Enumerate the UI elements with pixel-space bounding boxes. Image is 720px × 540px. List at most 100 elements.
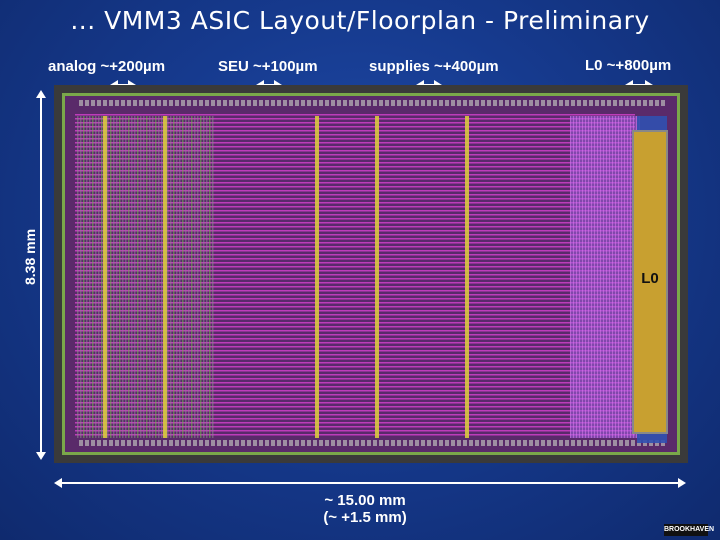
top-pad [361, 100, 365, 106]
top-pad [169, 100, 173, 106]
top-pad [115, 100, 119, 106]
bottom-pad [301, 440, 305, 446]
analog-column [197, 116, 199, 438]
horizontal-trace [75, 114, 635, 116]
top-pad [523, 100, 527, 106]
top-pad [283, 100, 287, 106]
bottom-pad [589, 440, 593, 446]
bottom-pad [307, 440, 311, 446]
analog-column [182, 116, 184, 438]
analog-label: analog ~+200µm [48, 58, 166, 75]
analog-column [107, 116, 109, 438]
bottom-pad [85, 440, 89, 446]
seu-label: SEU ~+100µm [218, 58, 318, 75]
top-pad [175, 100, 179, 106]
top-pad [451, 100, 455, 106]
top-pad [601, 100, 605, 106]
bottom-pad [553, 440, 557, 446]
supplies-label: supplies ~+400µm [369, 58, 499, 75]
bottom-pad [481, 440, 485, 446]
bottom-pad [337, 440, 341, 446]
analog-column [167, 116, 169, 438]
bottom-pad [505, 440, 509, 446]
digital-column [570, 116, 571, 438]
analog-column [158, 116, 160, 438]
bottom-pad [469, 440, 473, 446]
top-pad [259, 100, 263, 106]
digital-column [624, 116, 625, 438]
bottom-pad [409, 440, 413, 446]
bottom-pad [619, 440, 623, 446]
top-pad [97, 100, 101, 106]
top-pad [199, 100, 203, 106]
bottom-pad [109, 440, 113, 446]
digital-column [585, 116, 586, 438]
bottom-pad [391, 440, 395, 446]
bottom-pad [127, 440, 131, 446]
top-pad [613, 100, 617, 106]
digital-column [588, 116, 589, 438]
digital-column [627, 116, 628, 438]
bottom-pad [289, 440, 293, 446]
bottom-pad [331, 440, 335, 446]
top-pad [223, 100, 227, 106]
top-pad [607, 100, 611, 106]
yellow-rail [103, 116, 107, 438]
bottom-pad [595, 440, 599, 446]
top-pad [421, 100, 425, 106]
bottom-pad [523, 440, 527, 446]
digital-column [621, 116, 622, 438]
digital-column [600, 116, 601, 438]
analog-column [101, 116, 103, 438]
analog-column [140, 116, 142, 438]
top-pad [481, 100, 485, 106]
bottom-pad [397, 440, 401, 446]
top-pad [439, 100, 443, 106]
bottom-pad [175, 440, 179, 446]
top-pad [469, 100, 473, 106]
top-pad [409, 100, 413, 106]
bottom-pad [91, 440, 95, 446]
yellow-rail [163, 116, 167, 438]
bottom-pad [601, 440, 605, 446]
analog-column [128, 116, 130, 438]
bottom-pad [571, 440, 575, 446]
width-dimension-label: ~ 15.00 mm (~ +1.5 mm) [310, 492, 420, 526]
yellow-rail [465, 116, 469, 438]
bottom-pad [625, 440, 629, 446]
analog-column [131, 116, 133, 438]
top-pad [145, 100, 149, 106]
bottom-pad [319, 440, 323, 446]
bottom-pad [559, 440, 563, 446]
top-pad [493, 100, 497, 106]
top-pad [625, 100, 629, 106]
analog-column [212, 116, 214, 438]
analog-column [110, 116, 112, 438]
l0-block: L0 [632, 130, 668, 434]
top-pad [463, 100, 467, 106]
bottom-pad [379, 440, 383, 446]
bottom-pad [457, 440, 461, 446]
bottom-pad [121, 440, 125, 446]
bottom-pad [247, 440, 251, 446]
bottom-pad [577, 440, 581, 446]
top-pad [475, 100, 479, 106]
bottom-pad [229, 440, 233, 446]
bottom-pad [325, 440, 329, 446]
top-pad [289, 100, 293, 106]
bottom-pad [463, 440, 467, 446]
digital-column [573, 116, 574, 438]
bottom-pad [169, 440, 173, 446]
top-pad [649, 100, 653, 106]
top-pad [277, 100, 281, 106]
analog-column [113, 116, 115, 438]
bottom-pad [259, 440, 263, 446]
bottom-pad [499, 440, 503, 446]
analog-column [146, 116, 148, 438]
top-pad [529, 100, 533, 106]
top-pad [595, 100, 599, 106]
top-pad [397, 100, 401, 106]
top-pad [355, 100, 359, 106]
brookhaven-logo: BROOKHAVEN [664, 524, 714, 536]
bottom-pad [451, 440, 455, 446]
